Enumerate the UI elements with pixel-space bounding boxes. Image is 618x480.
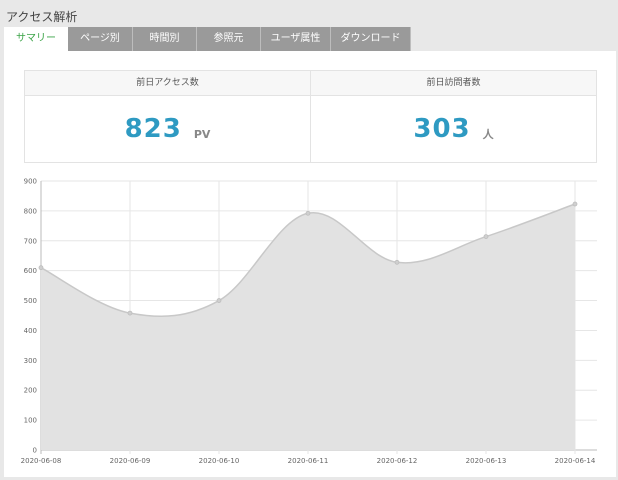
y-tick-label: 200 (24, 387, 37, 395)
y-tick-label: 800 (24, 207, 37, 215)
y-tick-label: 300 (24, 357, 37, 365)
data-point (483, 234, 489, 239)
y-tick-label: 900 (24, 178, 37, 186)
data-point (572, 201, 578, 207)
y-tick-label: 400 (24, 327, 37, 335)
y-tick-label: 700 (24, 237, 37, 245)
y-tick-label: 100 (24, 417, 37, 425)
data-point (38, 265, 44, 271)
access-chart: 0 100 200 300 400 500 600 700 800 900 2020-06-08 20… (21, 178, 597, 465)
x-tick-label: 2020-06-14 (555, 457, 596, 465)
x-tick-label: 2020-06-09 (110, 457, 151, 465)
data-point (305, 210, 311, 216)
data-point (394, 259, 400, 265)
y-tick-label: 500 (24, 297, 37, 305)
x-tick-label: 2020-06-11 (288, 457, 329, 465)
data-point (216, 298, 222, 303)
data-point (127, 310, 133, 316)
x-tick-label: 2020-06-13 (466, 457, 507, 465)
y-tick-label: 0 (33, 447, 37, 455)
x-tick-label: 2020-06-08 (21, 457, 62, 465)
y-tick-label: 600 (24, 267, 37, 275)
x-tick-label: 2020-06-10 (199, 457, 240, 465)
x-tick-label: 2020-06-12 (377, 457, 418, 465)
